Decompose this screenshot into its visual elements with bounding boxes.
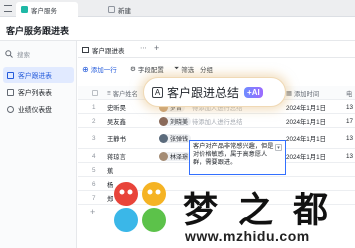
ai-field-popup[interactable]: A 客户跟进总结 +AI — [143, 77, 286, 107]
cell-date[interactable]: 2024年1月1日 — [286, 149, 346, 163]
search-placeholder: 搜索 — [17, 51, 30, 59]
cell-phone[interactable]: 13 — [346, 128, 355, 149]
sidebar-item-label: 客户跟进表 — [18, 73, 52, 80]
tab-label: 新建 — [118, 7, 131, 15]
sidebar-item-dashboard[interactable]: 业绩仪表盘 — [3, 101, 74, 117]
sidebar-item-customer-list[interactable]: 客户列表表 — [3, 84, 74, 100]
base-icon — [21, 6, 28, 13]
person-tag: 张弹钱 — [159, 134, 191, 143]
row-number: 3 — [92, 135, 96, 142]
sidebar-search[interactable]: 搜索 — [5, 47, 72, 60]
search-icon — [5, 49, 13, 58]
cell-name[interactable]: 蕉 — [107, 163, 157, 177]
ai-field-label: 客户跟进总结 — [167, 85, 240, 100]
row-number: 4 — [92, 152, 96, 160]
page-title: 客户服务跟进表 — [6, 26, 70, 36]
column-header-phone[interactable]: 电 — [346, 86, 355, 100]
row-number: 2 — [92, 117, 96, 125]
grid-view-icon — [82, 47, 89, 53]
more-icon[interactable]: ⋯ — [140, 44, 147, 52]
view-tabs: 客户跟进表 ⋯ + — [78, 41, 355, 58]
tab-customer-service[interactable]: 客户服务 — [16, 2, 78, 17]
table-row[interactable]: 2 吴友鑫 刘晓美 待添加人进行总结 2024年1月1日 17 — [78, 114, 355, 128]
person-tag: 林泽璟 — [159, 151, 191, 161]
sidebar: 搜索 客户跟进表 客户列表表 业绩仪表盘 — [0, 41, 77, 248]
text-field-type-icon: A — [152, 86, 163, 98]
group-button[interactable]: 分组 — [200, 64, 213, 74]
cell-summary[interactable]: 待添加人进行总结 — [192, 114, 282, 128]
watermark-brand: 梦之都 — [183, 191, 349, 231]
field-icon: ⚙ — [130, 66, 136, 73]
cell-name[interactable]: 吴友鑫 — [107, 114, 157, 128]
group-label: 分组 — [200, 67, 213, 74]
field-config-label: 字段配置 — [137, 67, 164, 74]
cell-owner[interactable]: 林泽璟 — [159, 149, 191, 163]
text-field-icon: ≡ — [107, 89, 111, 97]
cell-owner[interactable]: 张弹钱 — [159, 128, 191, 149]
header: 客户服务跟进表 — [0, 17, 355, 41]
add-view-icon[interactable]: + — [154, 43, 159, 53]
cell-date[interactable]: 2024年1月1日 — [286, 100, 346, 114]
sidebar-item-label: 客户列表表 — [18, 90, 52, 97]
dashboard-icon — [7, 105, 14, 113]
summary-text: 客户对产品非常感兴趣，但是对价格敏感，属于高意愿人群，需要跟进。 — [193, 143, 274, 166]
filter-label: 筛选 — [181, 67, 195, 74]
filter-button[interactable]: ⏷ 筛选 — [174, 64, 194, 74]
watermark: 梦之都 www.mzhidu.com — [110, 180, 355, 248]
new-page-icon — [108, 6, 115, 13]
tab-new[interactable]: 新建 — [103, 2, 147, 17]
view-tab-customer-followup[interactable]: 客户跟进表 — [82, 44, 125, 56]
table-icon — [7, 88, 14, 96]
cell-date[interactable]: 2024年1月1日 — [286, 128, 346, 149]
avatar — [159, 134, 168, 143]
tab-label: 客户服务 — [31, 7, 57, 15]
summary-edit-cell[interactable]: 客户对产品非常感兴趣，但是对价格敏感，属于高意愿人群，需要跟进。 ▾ — [189, 140, 286, 175]
row-number: 5 — [92, 166, 96, 174]
add-row-plus-icon[interactable]: + — [90, 207, 95, 217]
watermark-url: www.mzhidu.com — [185, 228, 310, 244]
avatar — [159, 116, 168, 126]
table-icon — [7, 71, 14, 79]
cell-phone[interactable]: 13 — [346, 100, 355, 114]
select-all-checkbox[interactable] — [92, 90, 98, 96]
cell-phone[interactable]: 13 — [346, 149, 355, 163]
cell-owner[interactable]: 刘晓美 — [159, 114, 191, 128]
sidebar-item-customer-followup[interactable]: 客户跟进表 — [3, 67, 74, 83]
view-tab-label: 客户跟进表 — [92, 48, 125, 55]
person-tag: 刘晓美 — [159, 116, 191, 126]
sidebar-toggle-icon[interactable] — [4, 5, 12, 12]
avatar — [159, 151, 168, 161]
add-row-label: 添加一行 — [90, 67, 117, 74]
row-number: 1 — [92, 103, 96, 111]
dropdown-icon[interactable]: ▾ — [275, 144, 282, 151]
row-number: 6 — [92, 180, 96, 188]
column-header-date[interactable]: ▦ 添加时间 — [286, 86, 346, 100]
ai-badge: +AI — [244, 86, 263, 98]
field-config-button[interactable]: ⚙ 字段配置 — [130, 64, 164, 74]
plus-icon: ⊕ — [82, 64, 89, 74]
filter-icon: ⏷ — [174, 65, 180, 72]
cell-name[interactable]: 蒋琼言 — [107, 149, 157, 163]
add-row-button[interactable]: ⊕ 添加一行 — [82, 64, 117, 75]
calendar-icon: ▦ — [286, 89, 292, 97]
row-number: 7 — [92, 194, 96, 202]
cell-phone[interactable]: 17 — [346, 114, 355, 128]
cell-date[interactable]: 2024年1月1日 — [286, 114, 346, 128]
watermark-logo — [114, 182, 166, 232]
sidebar-item-label: 业绩仪表盘 — [18, 107, 52, 114]
window-tab-bar: 客户服务 新建 — [0, 0, 355, 17]
cell-name[interactable]: 王静书 — [107, 128, 157, 149]
